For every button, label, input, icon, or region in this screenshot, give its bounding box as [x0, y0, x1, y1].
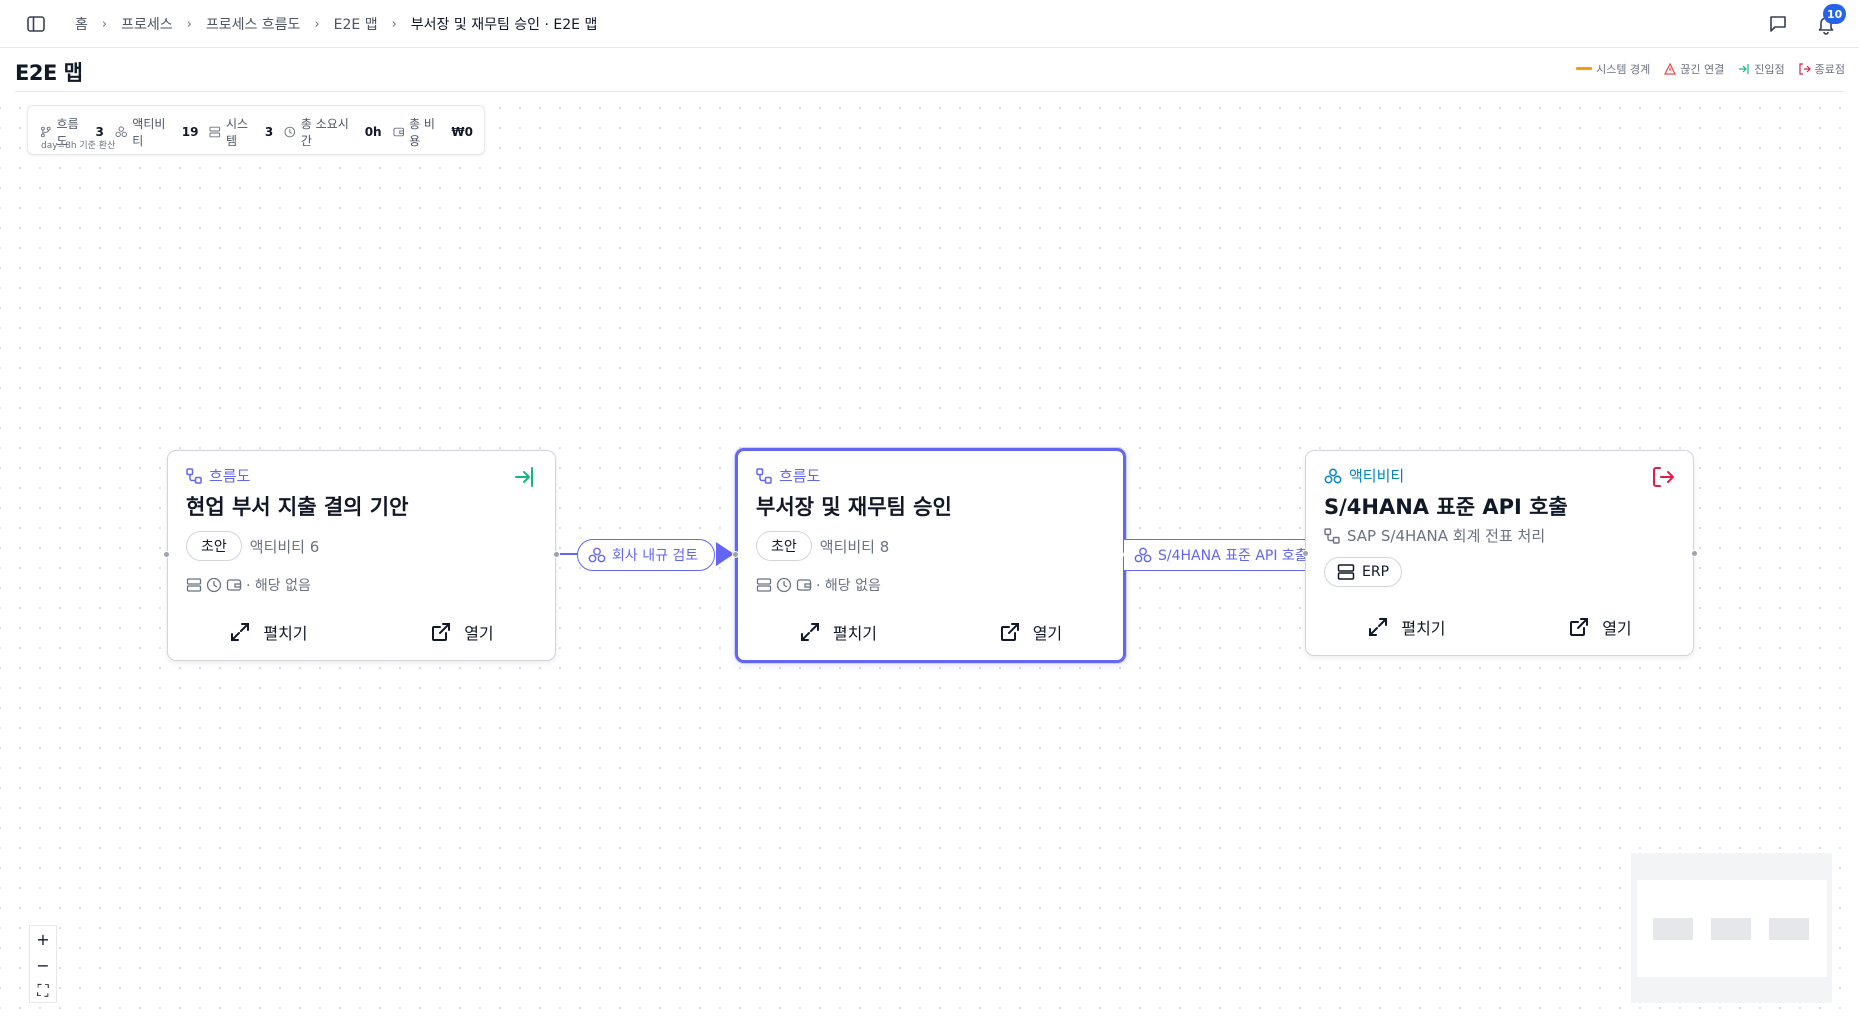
expand-button[interactable]: 펼치기 [229, 620, 308, 644]
zoom-out-button[interactable]: − [30, 952, 56, 978]
expand-icon [231, 623, 250, 641]
zoom-in-button[interactable]: + [30, 926, 56, 952]
fit-view-button[interactable]: ⛶ [30, 978, 56, 1004]
system-badge: ERP [1324, 557, 1403, 587]
open-button[interactable]: 열기 [430, 620, 494, 644]
minimap-node [1653, 918, 1693, 940]
activity-node-s4hana-api[interactable]: 액티비티 S/4HANA 표준 API 호출 SAP S/4HANA 회계 전표… [1305, 450, 1694, 656]
server-icon [1337, 564, 1355, 580]
expand-button[interactable]: 펼치기 [1367, 615, 1446, 639]
external-link-icon [1570, 618, 1589, 636]
expand-button[interactable]: 펼치기 [799, 620, 877, 644]
connection-handle[interactable] [1691, 550, 1698, 557]
wallet-icon [226, 579, 242, 591]
zoom-controls: + − ⛶ [29, 925, 57, 1003]
connection-handle[interactable] [553, 551, 560, 558]
exit-icon [1653, 467, 1674, 487]
external-link-icon [432, 623, 451, 641]
expand-icon [1369, 618, 1388, 636]
activity-count: 액티비티 6 [249, 537, 320, 556]
activity-count: 액티비티 8 [819, 537, 890, 556]
activity-icon [1134, 547, 1152, 563]
minimap[interactable] [1631, 853, 1832, 1003]
minimap-node [1711, 918, 1751, 940]
status-badge: 초안 [186, 531, 242, 561]
node-kind: 흐름도 [779, 467, 821, 485]
node-title: S/4HANA 표준 API 호출 [1324, 495, 1568, 519]
connection-handle[interactable] [1302, 550, 1309, 557]
server-icon [186, 578, 202, 592]
server-icon [756, 578, 772, 592]
node-meta: · 해당 없음 [756, 575, 881, 595]
clock-icon [776, 577, 792, 593]
node-kind: 흐름도 [209, 467, 251, 485]
node-title: 현업 부서 지출 결의 기안 [186, 495, 409, 519]
minimap-node [1769, 918, 1809, 940]
open-button[interactable]: 열기 [999, 620, 1062, 644]
flow-node-approval[interactable]: 흐름도 부서장 및 재무팀 승인 초안 액티비티 8 · 해당 없음 펼치기 열… [735, 448, 1126, 663]
flow-icon [1324, 527, 1340, 544]
expand-icon [800, 623, 819, 641]
node-kind: 액티비티 [1349, 467, 1405, 485]
entry-icon [515, 467, 533, 487]
clock-icon [206, 577, 222, 593]
open-button[interactable]: 열기 [1568, 615, 1632, 639]
connection-handle[interactable] [163, 551, 170, 558]
connection-handle[interactable] [732, 551, 739, 558]
flow-node-draft-expense[interactable]: 흐름도 현업 부서 지출 결의 기안 초안 액티비티 6 · 해당 없음 펼치기… [167, 450, 556, 661]
activity-icon [1324, 468, 1342, 483]
flow-icon [756, 467, 772, 484]
node-title: 부서장 및 재무팀 승인 [756, 495, 952, 519]
external-link-icon [1000, 623, 1019, 641]
edge-label-internal-review[interactable]: 회사 내규 검토 [577, 539, 715, 571]
activity-icon [588, 547, 606, 563]
flow-icon [186, 467, 202, 484]
wallet-icon [796, 579, 812, 591]
node-subtitle: SAP S/4HANA 회계 전표 처리 [1324, 525, 1545, 546]
status-badge: 초안 [756, 531, 812, 561]
node-meta: · 해당 없음 [186, 575, 311, 595]
edge-label-s4hana-api[interactable]: S/4HANA 표준 API 호출 [1124, 539, 1306, 571]
